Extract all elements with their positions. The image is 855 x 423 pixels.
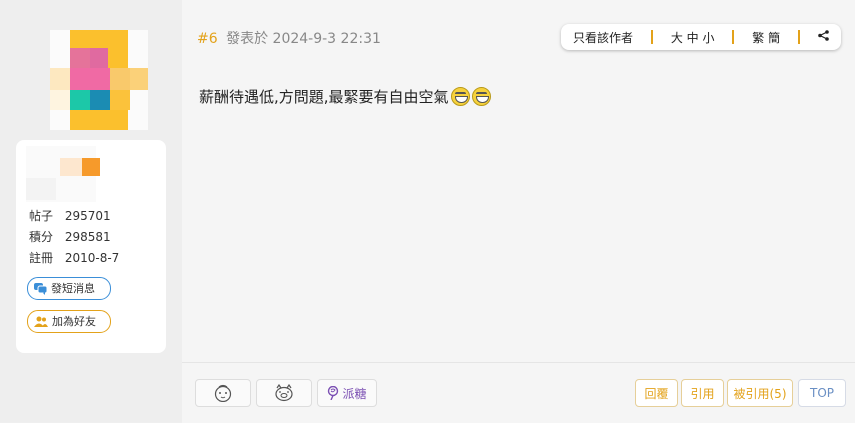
- script-toggle[interactable]: 繁 簡: [746, 29, 786, 46]
- post-footer: 派糖 回覆 引用 被引用(5) TOP: [182, 362, 855, 423]
- react-pig-button[interactable]: [256, 379, 312, 407]
- stat-label: 註冊: [29, 251, 54, 265]
- quoted-by-button[interactable]: 被引用(5): [727, 379, 793, 407]
- profile-card: 帖子 295701 積分 298581 註冊 2010-8-7 發短消息 加為好…: [16, 140, 166, 353]
- add-friend-label: 加為好友: [52, 315, 96, 328]
- divider: [798, 30, 801, 44]
- send-message-label: 發短消息: [51, 282, 95, 295]
- stat-label: 積分: [29, 230, 54, 244]
- font-size-selector[interactable]: 大 中 小: [665, 29, 721, 46]
- reply-button[interactable]: 回覆: [635, 379, 678, 407]
- share-icon: [818, 30, 829, 41]
- stat-label: 帖子: [29, 209, 54, 223]
- avatar[interactable]: [50, 30, 148, 130]
- divider: [650, 30, 653, 44]
- users-icon: [34, 316, 48, 327]
- post-header: #6 發表於 2024-9-3 22:31: [197, 28, 381, 48]
- stat-registered: 註冊 2010-8-7: [29, 248, 119, 269]
- username[interactable]: [26, 146, 100, 202]
- quote-button[interactable]: 引用: [681, 379, 724, 407]
- post-content: #6 發表於 2024-9-3 22:31 只看該作者 大 中 小 繁 簡 薪酬…: [182, 0, 855, 362]
- posted-prefix: 發表於: [226, 31, 269, 47]
- user-stats: 帖子 295701 積分 298581 註冊 2010-8-7: [29, 206, 119, 269]
- pig-face-icon: [275, 384, 293, 402]
- author-column: 帖子 295701 積分 298581 註冊 2010-8-7 發短消息 加為好…: [0, 0, 182, 422]
- stat-value: 295701: [64, 209, 111, 223]
- add-friend-button[interactable]: 加為好友: [27, 310, 111, 333]
- smile-face-icon: [214, 384, 232, 402]
- only-author-button[interactable]: 只看該作者: [567, 29, 639, 46]
- back-to-top-button[interactable]: TOP: [798, 379, 846, 407]
- posted-time: 2024-9-3 22:31: [272, 31, 381, 47]
- post-number[interactable]: #6: [197, 31, 218, 47]
- grin-emoji-icon: [450, 87, 470, 106]
- chat-bubble-icon: [34, 282, 47, 295]
- share-button[interactable]: [812, 30, 835, 44]
- grin-emoji-icon: [471, 87, 491, 106]
- post-body: 薪酬待遇低,方問題,最緊要有自由空氣: [199, 86, 491, 107]
- divider: [732, 30, 735, 44]
- lollipop-icon: [328, 386, 339, 400]
- candy-label: 派糖: [342, 386, 367, 401]
- react-smile-button[interactable]: [195, 379, 251, 407]
- candy-button[interactable]: 派糖: [317, 379, 377, 407]
- stat-posts: 帖子 295701: [29, 206, 119, 227]
- post-text: 薪酬待遇低,方問題,最緊要有自由空氣: [199, 88, 449, 106]
- stat-value: 2010-8-7: [64, 251, 120, 265]
- post-toolbar: 只看該作者 大 中 小 繁 簡: [561, 24, 841, 50]
- stat-points: 積分 298581: [29, 227, 119, 248]
- stat-value: 298581: [64, 230, 111, 244]
- send-message-button[interactable]: 發短消息: [27, 277, 111, 300]
